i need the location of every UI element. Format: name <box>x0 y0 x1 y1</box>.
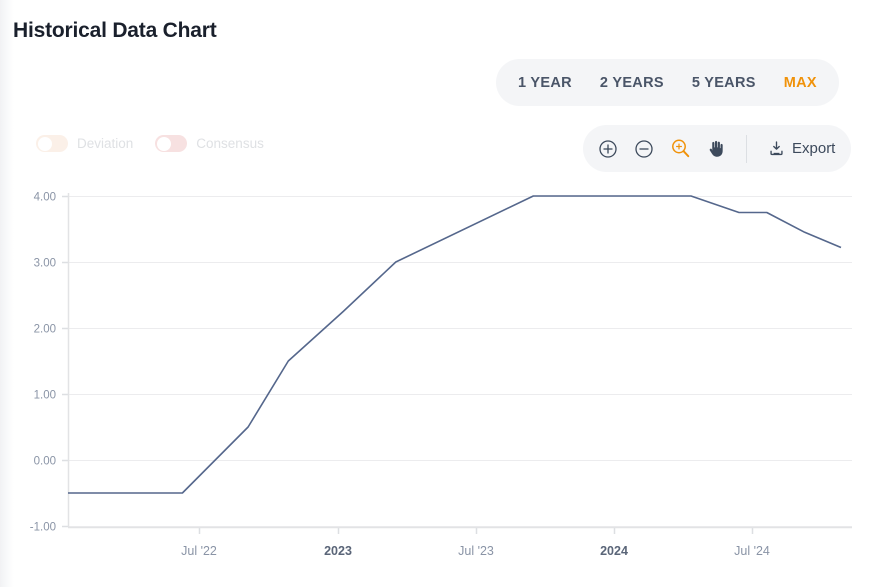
export-button[interactable]: Export <box>766 140 837 157</box>
y-tick-label: -1.00 <box>30 522 56 534</box>
toggle-knob <box>157 137 171 151</box>
chart-card: Historical Data Chart 1 YEAR 2 YEARS 5 Y… <box>0 0 872 587</box>
range-option-2-years[interactable]: 2 YEARS <box>586 69 678 97</box>
legend-label-consensus: Consensus <box>196 136 264 151</box>
page-title: Historical Data Chart <box>13 19 217 43</box>
y-tick-label: 2.00 <box>34 324 56 336</box>
chart-toolbar: Export <box>583 125 851 172</box>
x-tick-label: Jul '22 <box>181 544 217 558</box>
x-axis-labels: Jul '22 2023 Jul '23 2024 Jul '24 <box>181 544 770 558</box>
x-tick-label: Jul '23 <box>458 544 494 558</box>
y-tick-label: 0.00 <box>34 456 56 468</box>
pan-icon[interactable] <box>705 138 727 160</box>
chart-legend: Deviation Consensus <box>36 135 264 152</box>
y-tick-label: 4.00 <box>34 192 56 204</box>
series-line-rate <box>68 196 841 493</box>
download-icon <box>768 140 785 157</box>
range-selector: 1 YEAR 2 YEARS 5 YEARS MAX <box>496 59 839 106</box>
export-label: Export <box>792 140 835 157</box>
toggle-knob <box>38 137 52 151</box>
y-tick-label: 3.00 <box>34 258 56 270</box>
legend-item-deviation[interactable]: Deviation <box>36 135 133 152</box>
range-option-5-years[interactable]: 5 YEARS <box>678 69 770 97</box>
x-axis-ticks <box>200 528 753 534</box>
x-tick-label: Jul '24 <box>734 544 770 558</box>
range-option-1-year[interactable]: 1 YEAR <box>504 69 586 97</box>
zoom-out-icon[interactable] <box>633 138 655 160</box>
toggle-switch-icon[interactable] <box>36 135 68 152</box>
zoom-in-icon[interactable] <box>597 138 619 160</box>
toggle-switch-icon[interactable] <box>155 135 187 152</box>
gridlines <box>62 197 852 527</box>
legend-item-consensus[interactable]: Consensus <box>155 135 264 152</box>
x-tick-label: 2024 <box>600 544 628 558</box>
range-option-max[interactable]: MAX <box>770 69 831 97</box>
y-axis-labels: 4.00 3.00 2.00 1.00 0.00 -1.00 <box>30 192 56 534</box>
y-tick-label: 1.00 <box>34 390 56 402</box>
x-tick-label: 2023 <box>324 544 352 558</box>
toolbar-divider <box>746 135 747 163</box>
legend-label-deviation: Deviation <box>77 136 133 151</box>
card-left-edge <box>0 0 14 587</box>
selection-zoom-icon[interactable] <box>669 138 691 160</box>
